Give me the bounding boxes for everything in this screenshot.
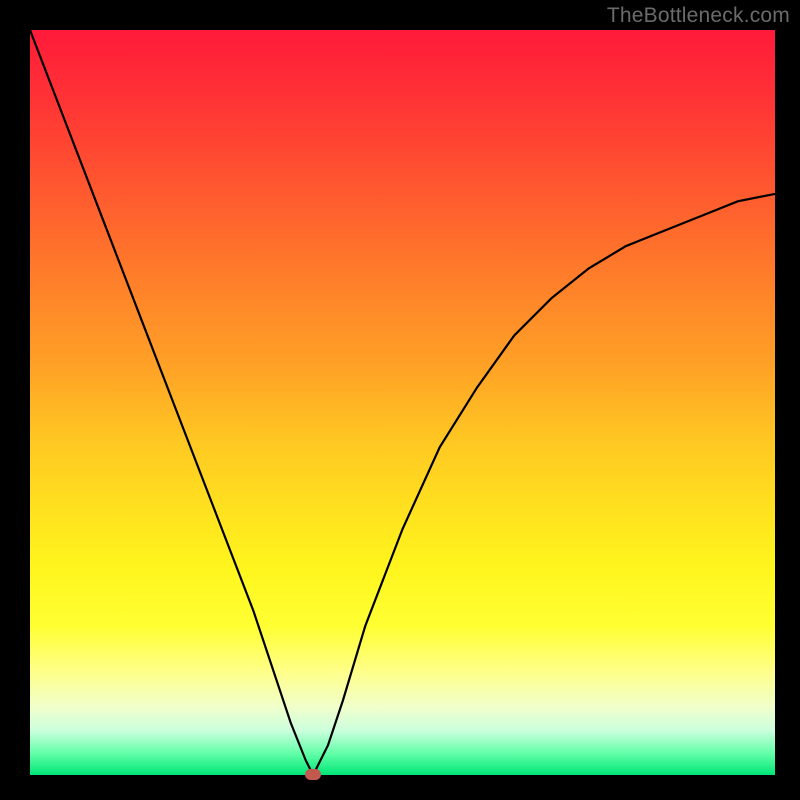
bottleneck-curve [30, 30, 775, 775]
minimum-marker [305, 769, 321, 780]
chart-frame: TheBottleneck.com [0, 0, 800, 800]
watermark-text: TheBottleneck.com [607, 4, 790, 28]
